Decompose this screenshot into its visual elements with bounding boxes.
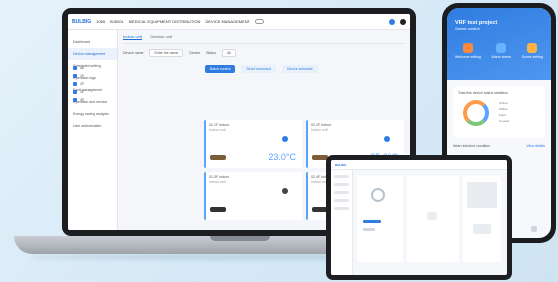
power-toggle[interactable] <box>282 188 288 194</box>
view-details-link[interactable]: View details <box>526 144 545 148</box>
avatar[interactable] <box>400 18 406 25</box>
scene-item[interactable]: Welcome setting <box>455 43 481 59</box>
mode-bar[interactable] <box>363 228 375 231</box>
sidebar-item-users[interactable]: User authorization <box>68 120 117 132</box>
scene-label: Scene setting <box>521 55 543 59</box>
ac-unit-icon <box>210 155 226 160</box>
topbar-item[interactable]: MEDICAL EQUIPMENT DISTRIBUTION <box>129 19 201 24</box>
phone-header: VRF test project Scene control Welcome s… <box>447 8 551 80</box>
device-name: 02-2F Indoor <box>311 123 332 127</box>
legend-item: Unused <box>499 119 510 123</box>
temperature-readout: 23.0°C <box>268 152 296 162</box>
condition-label: Near real-time condition <box>453 144 491 148</box>
filter-label: Status <box>206 51 217 55</box>
donut-legend: Online Offline Fault Unused <box>499 100 509 124</box>
brand-logo[interactable]: BULBIG <box>72 19 91 25</box>
status-select[interactable]: All <box>222 49 236 57</box>
tab-indoor-unit[interactable]: Indoor unit <box>123 34 142 40</box>
status-card-title: Total this device status statistics <box>458 91 508 95</box>
topbar-item[interactable]: 1065 <box>96 19 105 24</box>
tree-item[interactable]: 3F <box>73 88 129 96</box>
tree-label: 1F <box>80 74 85 78</box>
tree-label: All <box>80 66 84 70</box>
tree-item[interactable]: 4F <box>73 96 129 104</box>
folder-icon <box>73 90 77 94</box>
scene-item[interactable]: Warm scene <box>491 43 512 59</box>
tree-item[interactable]: 2F <box>73 80 129 88</box>
laptop-notch <box>210 236 270 241</box>
send-command-button[interactable]: Send command <box>241 65 276 73</box>
sidebar-item[interactable] <box>334 199 349 202</box>
tree-item[interactable]: All <box>73 64 129 72</box>
sidebar-item-energy[interactable]: Energy saving analysis <box>68 108 117 120</box>
tab-outdoor-unit[interactable]: Outdoor unit <box>150 34 172 40</box>
folder-icon <box>73 66 77 70</box>
donut-chart <box>463 100 489 126</box>
empty-state-icon <box>427 212 437 220</box>
add-schedule-button[interactable] <box>473 224 491 234</box>
scene-item[interactable]: Scene setting <box>522 43 543 59</box>
sidebar-item[interactable] <box>334 175 349 178</box>
brand-logo[interactable]: BULBIG <box>335 163 347 167</box>
sidebar-item[interactable] <box>334 191 349 194</box>
unit-tabs: Indoor unit Outdoor unit <box>123 34 405 44</box>
topbar-item[interactable]: DEVICE MANAGEMENT <box>205 19 250 24</box>
tablet-app: BULBIG <box>331 160 507 275</box>
tree-item[interactable]: 1F <box>73 72 129 80</box>
ac-unit-icon <box>210 207 226 212</box>
filter-label: Device <box>189 51 201 55</box>
power-toggle[interactable] <box>384 136 390 142</box>
topbar-item[interactable]: BJ5001 <box>110 19 124 24</box>
device-type: Indoor unit <box>209 128 226 132</box>
scene-label: Welcome setting <box>455 55 481 59</box>
device-type: Indoor unit <box>209 180 226 184</box>
scene-icon <box>462 43 473 53</box>
device-schedule-button[interactable]: Device schedule <box>281 65 318 73</box>
floor-tree: All 1F 2F 3F 4F <box>73 64 129 104</box>
scene-label: Warm scene <box>491 55 512 59</box>
device-name: 02-1F Indoor <box>209 123 230 127</box>
folder-icon <box>73 98 77 102</box>
device-card[interactable]: 02-3F Indoor Indoor unit <box>204 172 302 220</box>
device-name: 02-3F Indoor <box>209 175 230 179</box>
dial-control[interactable] <box>371 188 385 202</box>
filter-label: Device name <box>123 51 144 55</box>
scene-list: Welcome setting Warm scene Scene setting <box>455 43 543 59</box>
status-card: Total this device status statistics Onli… <box>453 86 545 138</box>
theme-toggle[interactable] <box>255 19 265 24</box>
sidebar-item[interactable] <box>334 183 349 186</box>
tree-label: 4F <box>80 98 85 102</box>
app-topbar: BULBIG 1065 BJ5001 MEDICAL EQUIPMENT DIS… <box>68 14 410 30</box>
action-row: Batch control Send command Device schedu… <box>205 65 405 73</box>
sidebar-item[interactable] <box>334 207 349 210</box>
thermostat-panel <box>357 176 403 262</box>
notification-icon[interactable] <box>389 18 395 25</box>
power-toggle[interactable] <box>282 136 288 142</box>
folder-icon <box>73 82 77 86</box>
scene-subtitle: Scene control <box>455 26 480 31</box>
tablet-sidebar <box>331 170 353 275</box>
sidebar-item-device-management[interactable]: Device management <box>68 48 117 60</box>
condition-row: Near real-time condition View details <box>453 144 545 148</box>
name-input[interactable]: Enter the name <box>149 49 184 57</box>
calendar-grid[interactable] <box>467 182 497 208</box>
detail-panel <box>407 176 459 262</box>
tablet-topbar: BULBIG <box>331 160 507 170</box>
tablet-device: BULBIG <box>326 155 512 280</box>
profile-icon[interactable] <box>530 226 537 232</box>
batch-control-button[interactable]: Batch control <box>205 65 236 73</box>
sidebar-item-dashboard[interactable]: Dashboard <box>68 36 117 48</box>
sidebar: Dashboard Device management Scheduled se… <box>68 30 118 230</box>
calendar-panel <box>463 176 501 262</box>
folder-icon <box>73 74 77 78</box>
tree-label: 3F <box>80 90 85 94</box>
scene-icon <box>496 43 507 53</box>
device-card[interactable]: 02-1F Indoor Indoor unit 23.0°C <box>204 120 302 168</box>
device-type: Indoor unit <box>311 128 328 132</box>
scene-icon <box>527 43 538 53</box>
filter-row: Device name Enter the name Device Status… <box>123 49 405 57</box>
tree-label: 2F <box>80 82 85 86</box>
mode-bar[interactable] <box>363 220 381 223</box>
